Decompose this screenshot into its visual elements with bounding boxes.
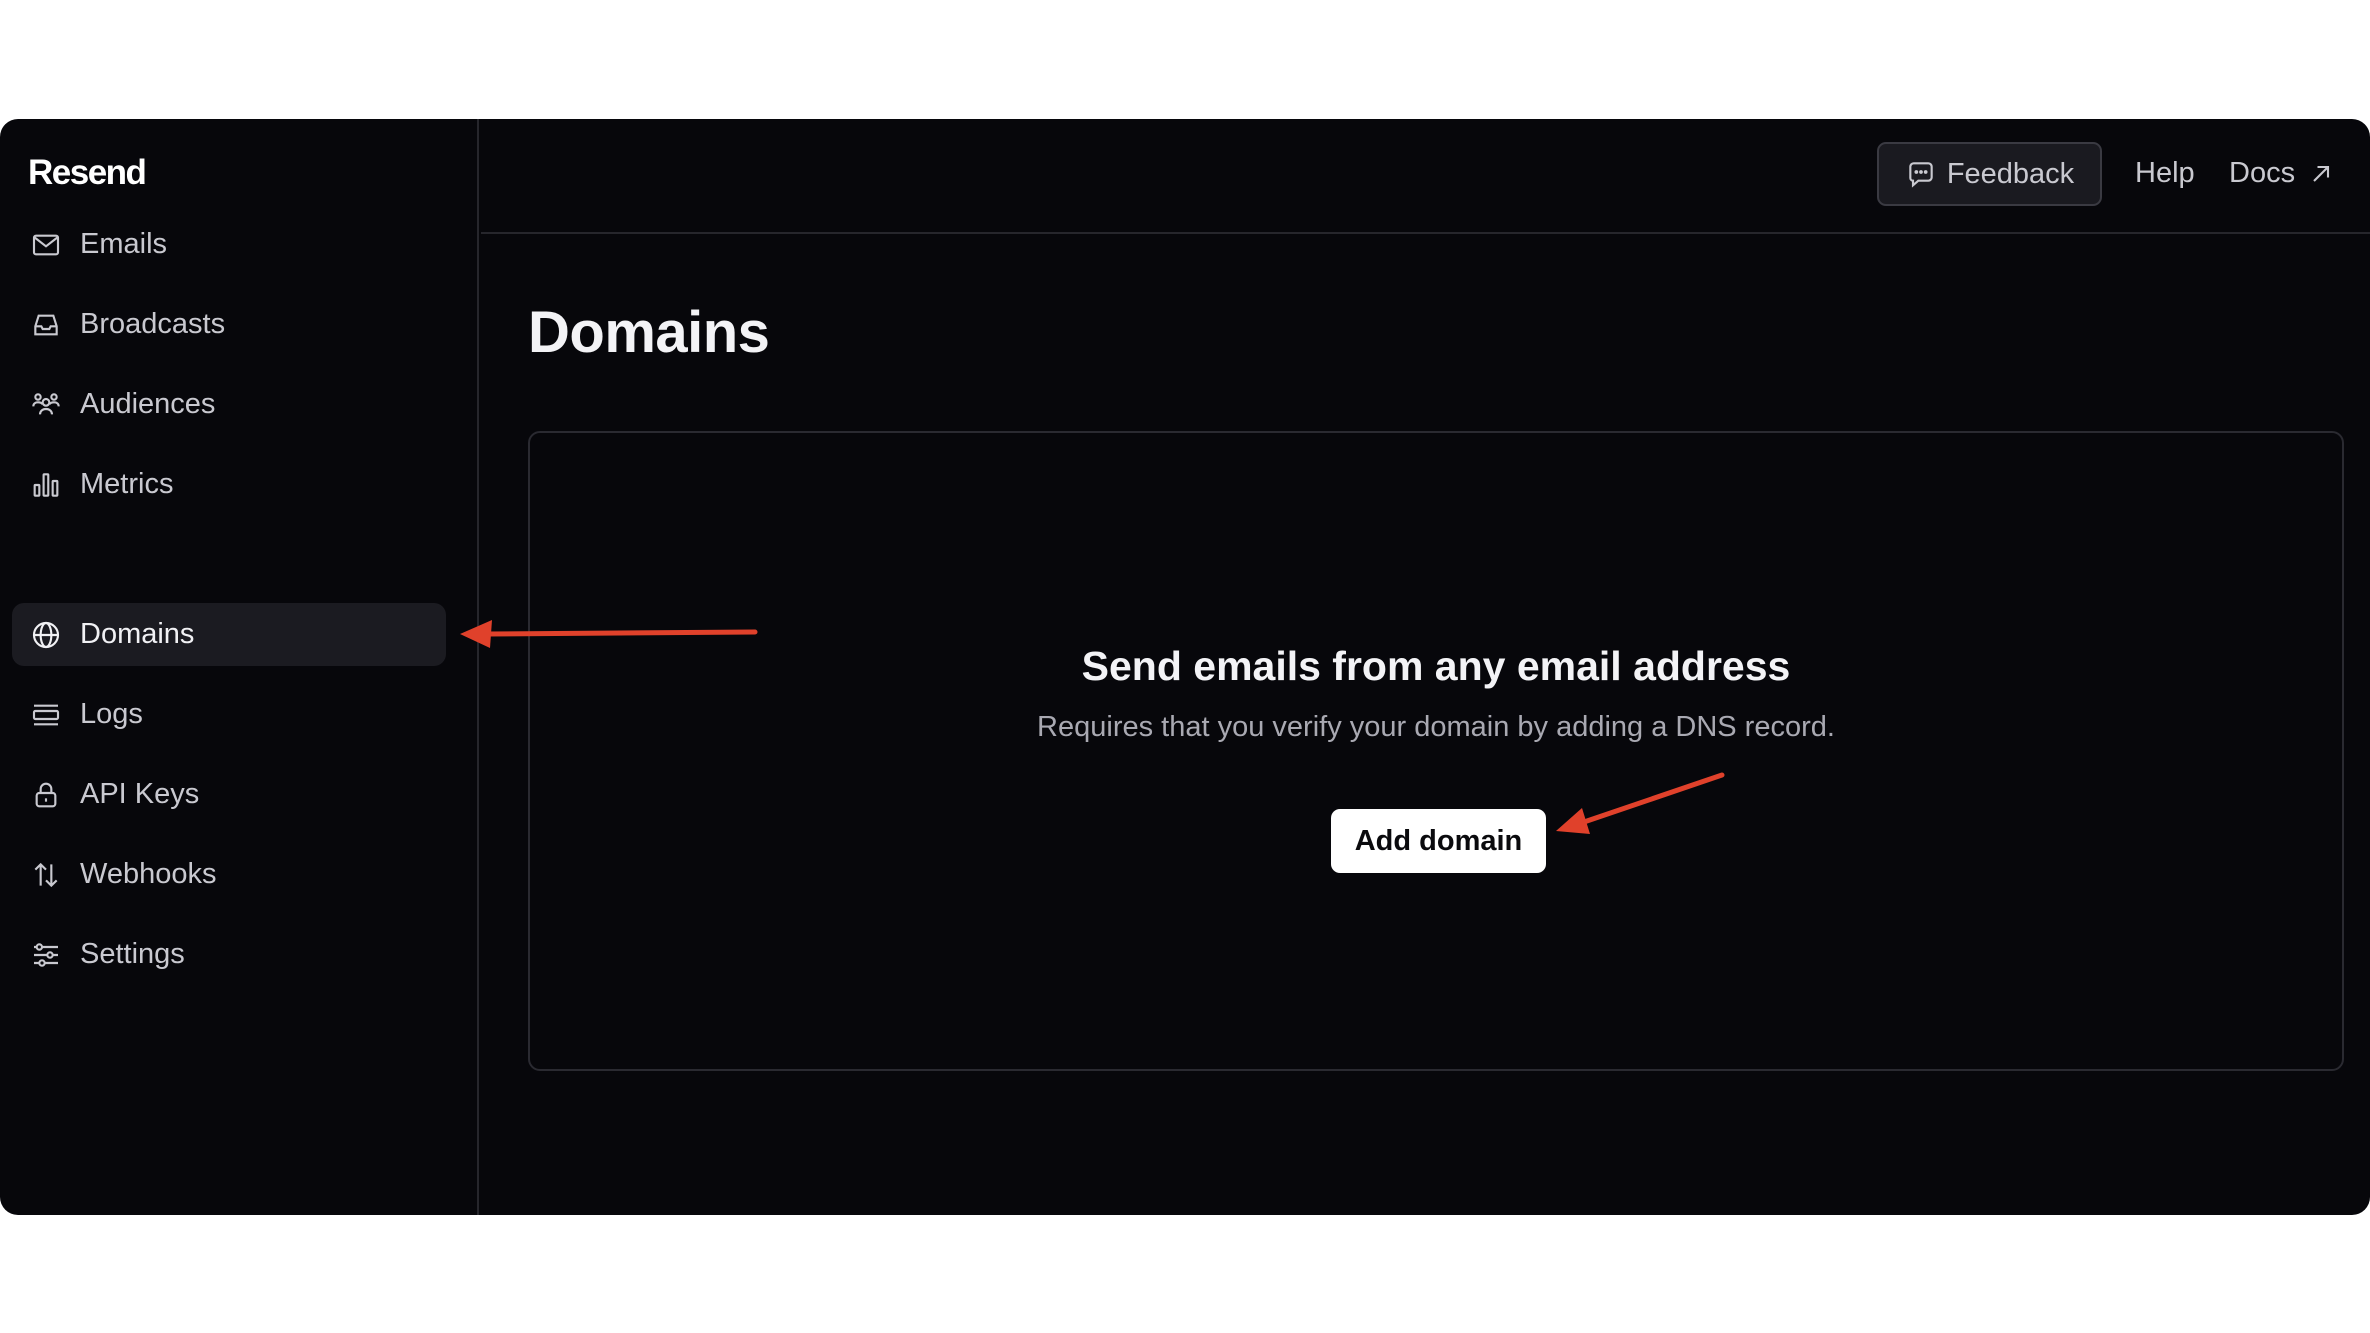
- top-header: Feedback Help Docs: [481, 119, 2370, 234]
- sidebar-item-label: Domains: [80, 618, 195, 650]
- mail-icon: [30, 229, 62, 261]
- arrows-up-down-icon: [30, 859, 62, 891]
- sliders-icon: [30, 939, 62, 971]
- sidebar: Resend Emails Broadcasts Audiences Metri…: [0, 119, 479, 1215]
- add-domain-button[interactable]: Add domain: [1331, 809, 1546, 873]
- sidebar-item-label: Webhooks: [80, 858, 217, 890]
- empty-state-heading: Send emails from any email address: [1081, 643, 1791, 689]
- app-window: Resend Emails Broadcasts Audiences Metri…: [0, 119, 2370, 1215]
- page-title: Domains: [528, 300, 770, 365]
- empty-state-card: Send emails from any email address Requi…: [528, 431, 2344, 1071]
- help-link[interactable]: Help: [2135, 157, 2195, 190]
- lock-icon: [30, 779, 62, 811]
- empty-state-description: Requires that you verify your domain by …: [1037, 711, 1835, 743]
- external-arrow-icon: [2313, 165, 2330, 182]
- sidebar-item-label: Settings: [80, 938, 185, 970]
- sidebar-item-domains[interactable]: Domains: [12, 603, 446, 666]
- sidebar-item-broadcasts[interactable]: Broadcasts: [12, 293, 446, 356]
- sidebar-item-webhooks[interactable]: Webhooks: [12, 843, 446, 906]
- sidebar-item-label: Emails: [80, 228, 168, 260]
- sidebar-item-label: Logs: [80, 698, 143, 730]
- sidebar-item-label: Broadcasts: [80, 308, 226, 340]
- sidebar-item-logs[interactable]: Logs: [12, 683, 446, 746]
- feedback-button[interactable]: Feedback: [1877, 142, 2102, 206]
- chat-bubble-icon: [1909, 162, 1933, 188]
- sidebar-item-metrics[interactable]: Metrics: [12, 453, 446, 516]
- users-icon: [30, 389, 62, 421]
- globe-icon: [30, 619, 62, 651]
- list-icon: [30, 699, 62, 731]
- inbox-icon: [30, 309, 62, 341]
- sidebar-item-settings[interactable]: Settings: [12, 923, 446, 986]
- docs-link[interactable]: Docs: [2229, 157, 2335, 190]
- sidebar-item-label: Audiences: [80, 388, 216, 420]
- sidebar-item-api-keys[interactable]: API Keys: [12, 763, 446, 826]
- resend-logo[interactable]: Resend: [28, 153, 147, 193]
- bar-chart-icon: [30, 469, 62, 501]
- sidebar-item-label: API Keys: [80, 778, 200, 810]
- sidebar-item-label: Metrics: [80, 468, 174, 500]
- feedback-label: Feedback: [1946, 157, 2075, 190]
- sidebar-item-emails[interactable]: Emails: [12, 213, 446, 276]
- docs-label: Docs: [2229, 157, 2296, 189]
- sidebar-item-audiences[interactable]: Audiences: [12, 373, 446, 436]
